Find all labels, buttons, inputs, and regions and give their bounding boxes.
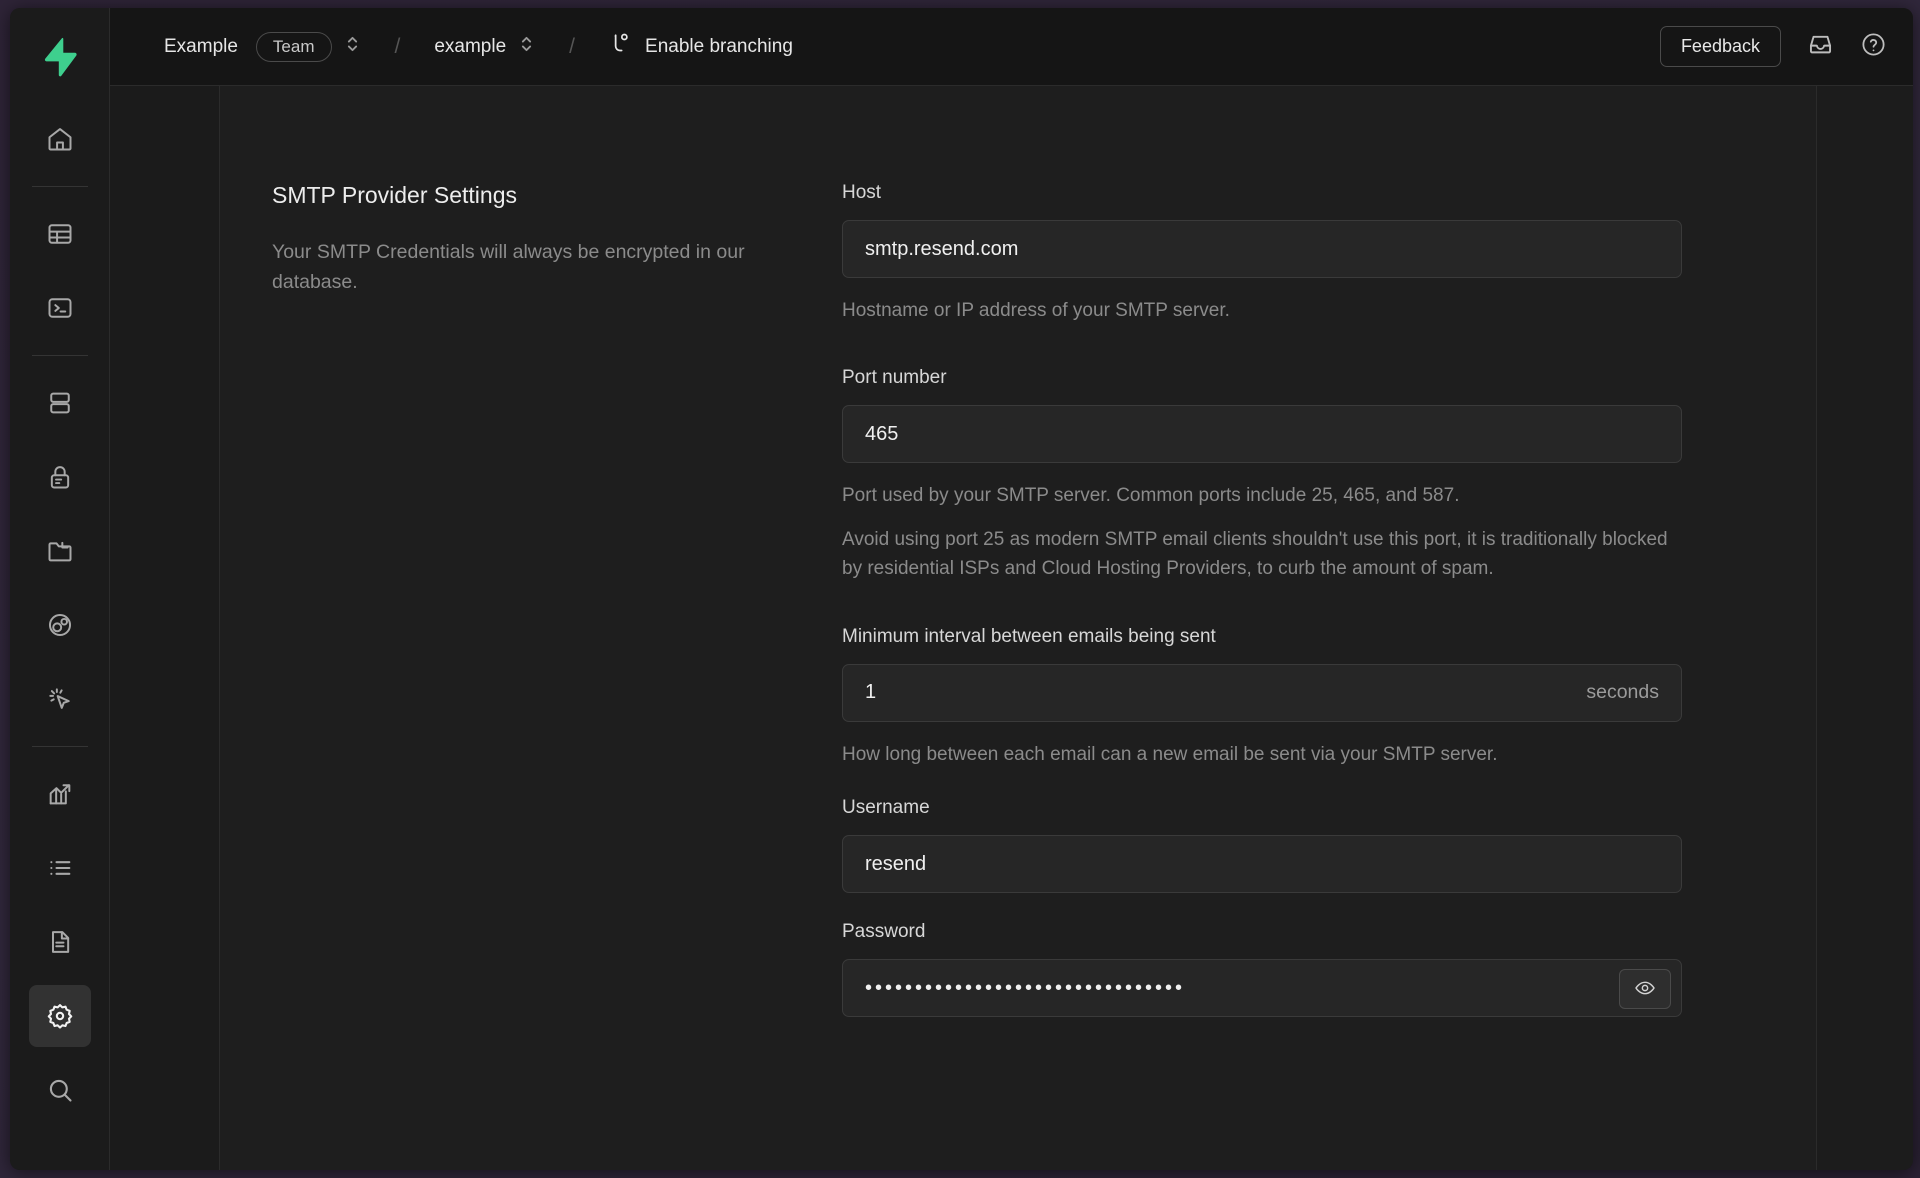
password-masked-value[interactable]: ••••••••••••••••••••••••••••••••	[865, 977, 1185, 1000]
toggle-password-visibility-button[interactable]	[1619, 969, 1671, 1010]
primary-sidebar	[10, 8, 110, 1170]
username-label: Username	[842, 797, 930, 819]
breadcrumb-separator: /	[394, 34, 401, 58]
sidebar-item-api-docs[interactable]	[29, 911, 91, 973]
enable-branching-button[interactable]: Enable branching	[609, 32, 793, 62]
supabase-logo-icon[interactable]	[29, 26, 91, 88]
sidebar-item-search[interactable]	[29, 1059, 91, 1121]
sidebar-item-reports[interactable]	[29, 763, 91, 825]
cursor-click-icon	[46, 685, 74, 713]
port-warning-text: Avoid using port 25 as modern SMTP email…	[842, 528, 1668, 580]
help-button[interactable]	[1860, 31, 1887, 63]
git-branch-icon	[609, 32, 631, 62]
sidebar-item-table-editor[interactable]	[29, 203, 91, 265]
notifications-inbox-button[interactable]	[1807, 31, 1834, 63]
database-icon	[46, 389, 74, 417]
edge-function-icon	[46, 611, 74, 639]
field-host: Host Hostname or IP address of your SMTP…	[842, 182, 1682, 325]
settings-content: SMTP Provider Settings Your SMTP Credent…	[220, 86, 1817, 1170]
breadcrumb-project[interactable]: example	[434, 36, 506, 58]
interval-label: Minimum interval between emails being se…	[842, 625, 1216, 647]
username-input-wrapper[interactable]	[842, 835, 1682, 894]
project-selector-button[interactable]	[518, 33, 535, 60]
sidebar-divider	[31, 355, 88, 356]
port-label: Port number	[842, 367, 947, 389]
field-password: Password •••••••••••••••••••••••••••••••…	[842, 921, 1682, 1018]
search-icon	[46, 1076, 74, 1104]
sidebar-item-realtime[interactable]	[29, 668, 91, 730]
username-input[interactable]	[865, 852, 1659, 876]
sidebar-divider	[31, 186, 88, 187]
breadcrumb-organization[interactable]: Example	[164, 36, 238, 58]
terminal-icon	[46, 294, 74, 322]
chevron-up-down-icon	[518, 33, 535, 60]
page-title: SMTP Provider Settings	[272, 182, 518, 208]
settings-subnav	[110, 86, 220, 1170]
help-circle-icon	[1860, 31, 1887, 63]
sidebar-item-storage[interactable]	[29, 520, 91, 582]
gear-icon	[46, 1002, 74, 1030]
home-icon	[46, 125, 74, 153]
chart-icon	[46, 780, 74, 808]
app-window: Example Team / example / Enable branchin…	[10, 8, 1913, 1170]
smtp-settings-panel: SMTP Provider Settings Your SMTP Credent…	[220, 182, 1816, 1018]
right-gutter	[1817, 86, 1913, 1170]
field-username: Username	[842, 797, 1682, 894]
desktop-backdrop: Example Team / example / Enable branchin…	[0, 0, 1920, 1178]
enable-branching-label: Enable branching	[645, 35, 793, 57]
eye-icon	[1634, 977, 1656, 1002]
host-input[interactable]	[865, 237, 1659, 261]
organization-selector-button[interactable]	[344, 33, 361, 60]
interval-help-text: How long between each email can a new em…	[842, 743, 1498, 765]
host-input-wrapper[interactable]	[842, 220, 1682, 278]
sidebar-item-logs[interactable]	[29, 837, 91, 899]
breadcrumb-separator: /	[569, 34, 576, 58]
feedback-button[interactable]: Feedback	[1659, 26, 1781, 67]
team-plan-badge: Team	[255, 31, 332, 62]
host-help-text: Hostname or IP address of your SMTP serv…	[842, 300, 1230, 321]
field-minimum-interval: Minimum interval between emails being se…	[842, 626, 1682, 769]
port-input[interactable]	[865, 422, 1659, 446]
table-icon	[46, 220, 74, 248]
sidebar-divider	[31, 746, 88, 747]
body-row: SMTP Provider Settings Your SMTP Credent…	[110, 86, 1913, 1170]
page-description: Your SMTP Credentials will always be enc…	[272, 241, 745, 294]
list-icon	[46, 854, 74, 882]
inbox-icon	[1807, 31, 1834, 63]
sidebar-item-authentication[interactable]	[29, 446, 91, 508]
sidebar-item-home[interactable]	[29, 108, 91, 170]
host-label: Host	[842, 182, 882, 203]
sidebar-item-database[interactable]	[29, 372, 91, 434]
panel-description-column: SMTP Provider Settings Your SMTP Credent…	[272, 182, 842, 1017]
interval-input-wrapper[interactable]: seconds	[842, 663, 1682, 722]
password-input-wrapper[interactable]: ••••••••••••••••••••••••••••••••	[842, 959, 1682, 1018]
port-help-text: Port used by your SMTP server. Common po…	[842, 485, 1460, 507]
top-navigation-bar: Example Team / example / Enable branchin…	[110, 8, 1913, 86]
panel-form-column: Host Hostname or IP address of your SMTP…	[842, 182, 1682, 1018]
password-label: Password	[842, 921, 926, 943]
interval-input[interactable]	[865, 681, 1573, 705]
lock-icon	[46, 463, 74, 491]
document-icon	[46, 928, 74, 956]
sidebar-item-edge-functions[interactable]	[29, 594, 91, 656]
folder-icon	[46, 537, 74, 565]
chevron-up-down-icon	[344, 33, 361, 60]
port-input-wrapper[interactable]	[842, 405, 1682, 464]
sidebar-item-sql-editor[interactable]	[29, 277, 91, 339]
main-region: Example Team / example / Enable branchin…	[110, 8, 1913, 1170]
sidebar-item-project-settings[interactable]	[28, 985, 91, 1047]
interval-unit-suffix: seconds	[1586, 681, 1659, 704]
field-port: Port number Port used by your SMTP serve…	[842, 367, 1682, 583]
